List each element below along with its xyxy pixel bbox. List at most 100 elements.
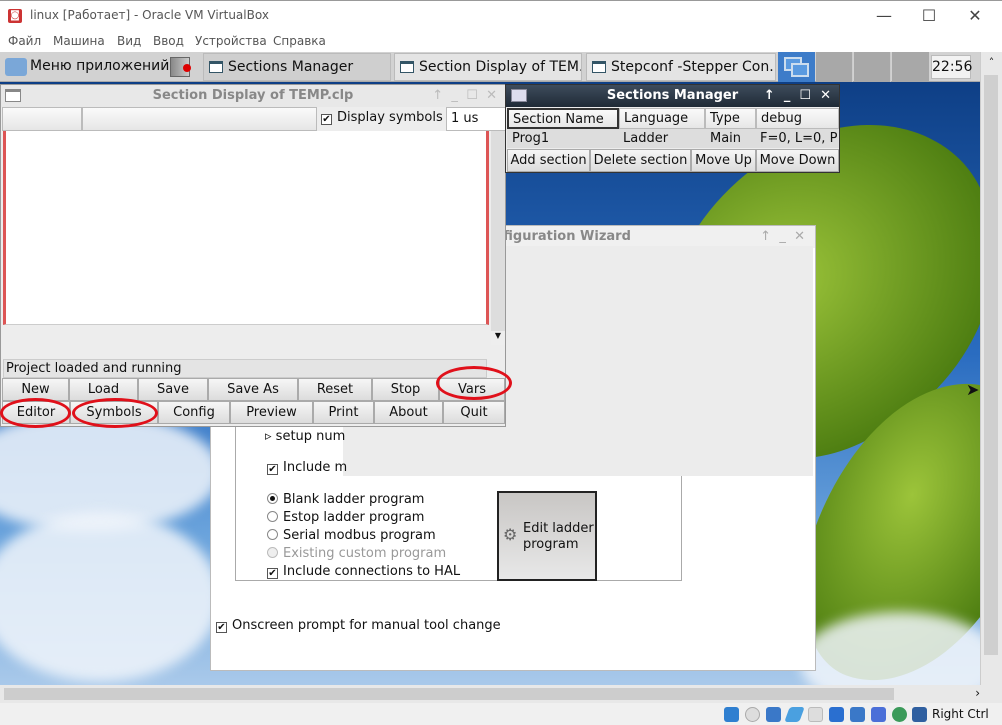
radio-icon xyxy=(267,547,278,558)
menu-input[interactable]: Ввод xyxy=(153,34,184,48)
vertical-scrollbar[interactable]: ▼ xyxy=(491,131,505,345)
workspace-4[interactable] xyxy=(892,52,929,82)
window-controls[interactable]: ↑ _ ☐ ✕ xyxy=(764,88,831,103)
task-stepconf[interactable]: Stepconf -Stepper Con... xyxy=(586,53,776,81)
logout-icon[interactable] xyxy=(170,57,191,77)
cell-language: Ladder xyxy=(623,131,669,146)
window-icon xyxy=(400,61,414,73)
window-menu-icon[interactable] xyxy=(5,89,21,102)
network-icon[interactable] xyxy=(850,707,865,722)
host-key-label: Right Ctrl xyxy=(932,707,989,721)
toolbar-field-1[interactable] xyxy=(2,107,82,131)
radio-label: Estop ladder program xyxy=(283,510,425,525)
menu-view[interactable]: Вид xyxy=(117,34,141,48)
folder-icon[interactable] xyxy=(808,707,823,722)
workspace-3[interactable] xyxy=(854,52,891,82)
radio-label: Existing custom program xyxy=(283,546,447,561)
about-button[interactable]: About xyxy=(374,401,443,424)
toolbar-field-2[interactable] xyxy=(82,107,317,131)
move-down-button[interactable]: Move Down xyxy=(756,149,839,172)
wallpaper-cloud xyxy=(0,512,220,682)
checkbox-icon: ✔ xyxy=(321,114,332,125)
print-button[interactable]: Print xyxy=(313,401,374,424)
stepconf-window-controls[interactable]: ↑ _ ✕ xyxy=(760,229,805,244)
radio-icon xyxy=(267,493,278,504)
setup-label: setup num xyxy=(275,429,346,444)
cell-debug: F=0, L=0, P xyxy=(760,131,838,146)
shared-folders-icon[interactable] xyxy=(784,707,805,722)
add-section-button[interactable]: Add section xyxy=(507,149,590,172)
menu-machine[interactable]: Машина xyxy=(53,34,105,48)
optical-drive-icon[interactable] xyxy=(745,707,760,722)
highlight-vars xyxy=(436,366,512,400)
app-menu-button[interactable]: Меню приложений xyxy=(30,58,169,74)
table-row[interactable]: Prog1 Ladder Main F=0, L=0, P xyxy=(507,129,839,148)
checkbox-icon: ✔ xyxy=(267,464,278,475)
workspace-2[interactable] xyxy=(816,52,853,82)
radio-blank[interactable]: Blank ladder program xyxy=(267,491,460,509)
task-section-display[interactable]: Section Display of TEM... xyxy=(394,53,582,81)
checkbox-icon: ✔ xyxy=(216,622,227,633)
delete-section-button[interactable]: Delete section xyxy=(590,149,691,172)
section-display-window: Section Display of TEMP.clp ↑ _ ☐ ✕ ✔ Dis… xyxy=(0,84,506,427)
maximize-icon[interactable]: ☐ xyxy=(909,5,949,27)
move-up-button[interactable]: Move Up xyxy=(691,149,756,172)
setup-expander[interactable]: ▹ setup num xyxy=(265,429,345,444)
radio-icon xyxy=(267,529,278,540)
save-button[interactable]: Save xyxy=(138,378,208,401)
reset-button[interactable]: Reset xyxy=(298,378,372,401)
menu-help[interactable]: Справка xyxy=(273,34,326,48)
section-display-title: Section Display of TEMP.clp xyxy=(1,85,505,107)
window-title: linux [Работает] - Oracle VM VirtualBox xyxy=(30,8,269,22)
usb-icon[interactable] xyxy=(766,707,781,722)
include-checkbox[interactable]: ✔ Include m xyxy=(267,460,347,475)
minimize-icon[interactable]: — xyxy=(864,5,904,27)
window-icon xyxy=(592,61,606,73)
period-field[interactable]: 1 us xyxy=(446,107,506,131)
vertical-scroll-thumb[interactable] xyxy=(984,75,998,655)
window-controls[interactable]: ↑ _ ☐ ✕ xyxy=(432,88,497,103)
edit-ladder-button[interactable]: ⚙ Edit ladder program xyxy=(497,491,597,581)
display-icon[interactable] xyxy=(829,707,844,722)
virtualbox-icon: ◙ xyxy=(8,9,22,23)
menu-devices[interactable]: Устройства xyxy=(195,34,267,48)
clock: 22:56 xyxy=(931,55,972,79)
cpu-icon[interactable] xyxy=(892,707,907,722)
edit-ladder-label: Edit ladder program xyxy=(523,521,594,552)
recording-icon[interactable] xyxy=(871,707,886,722)
horizontal-scroll-thumb[interactable] xyxy=(4,688,894,700)
window-menu-icon[interactable] xyxy=(511,89,527,102)
radio-serial-modbus[interactable]: Serial modbus program xyxy=(267,527,460,545)
ladder-canvas[interactable] xyxy=(3,131,489,325)
column-type[interactable]: Type xyxy=(705,108,756,129)
menu-file[interactable]: Файл xyxy=(8,34,41,48)
preview-button[interactable]: Preview xyxy=(230,401,313,424)
manual-tool-label: Onscreen prompt for manual tool change xyxy=(232,618,501,633)
vbox-titlebar: ◙ linux [Работает] - Oracle VM VirtualBo… xyxy=(0,0,1002,32)
save-as-button[interactable]: Save As xyxy=(208,378,298,401)
cell-name: Prog1 xyxy=(512,131,550,146)
task-sections-manager[interactable]: Sections Manager xyxy=(203,53,391,81)
workspace-1[interactable] xyxy=(778,52,815,82)
keyboard-capture-icon[interactable] xyxy=(912,707,927,722)
ladder-options: Blank ladder program Estop ladder progra… xyxy=(267,491,460,581)
guest-taskbar: Меню приложений Sections Manager Section… xyxy=(0,52,980,82)
task-label: Stepconf -Stepper Con... xyxy=(611,59,776,75)
column-debug[interactable]: debug xyxy=(756,108,839,129)
display-symbols-label: Display symbols xyxy=(337,110,443,125)
manual-tool-checkbox[interactable]: ✔ Onscreen prompt for manual tool change xyxy=(216,618,501,633)
task-label: Section Display of TEM... xyxy=(419,59,582,75)
stop-button[interactable]: Stop xyxy=(372,378,439,401)
column-section-name[interactable]: Section Name xyxy=(507,108,619,129)
vbox-statusbar: Right Ctrl xyxy=(0,703,1002,725)
hard-disk-icon[interactable] xyxy=(724,707,739,722)
quit-button[interactable]: Quit xyxy=(443,401,505,424)
config-button[interactable]: Config xyxy=(158,401,230,424)
include-hal-checkbox[interactable]: ✔ Include connections to HAL xyxy=(267,563,460,581)
display-symbols-checkbox[interactable]: ✔ Display symbols xyxy=(321,110,443,125)
status-text: Project loaded and running xyxy=(3,359,487,378)
column-language[interactable]: Language xyxy=(619,108,705,129)
include-hal-label: Include connections to HAL xyxy=(283,564,461,579)
radio-estop[interactable]: Estop ladder program xyxy=(267,509,460,527)
close-icon[interactable]: ✕ xyxy=(955,5,995,27)
